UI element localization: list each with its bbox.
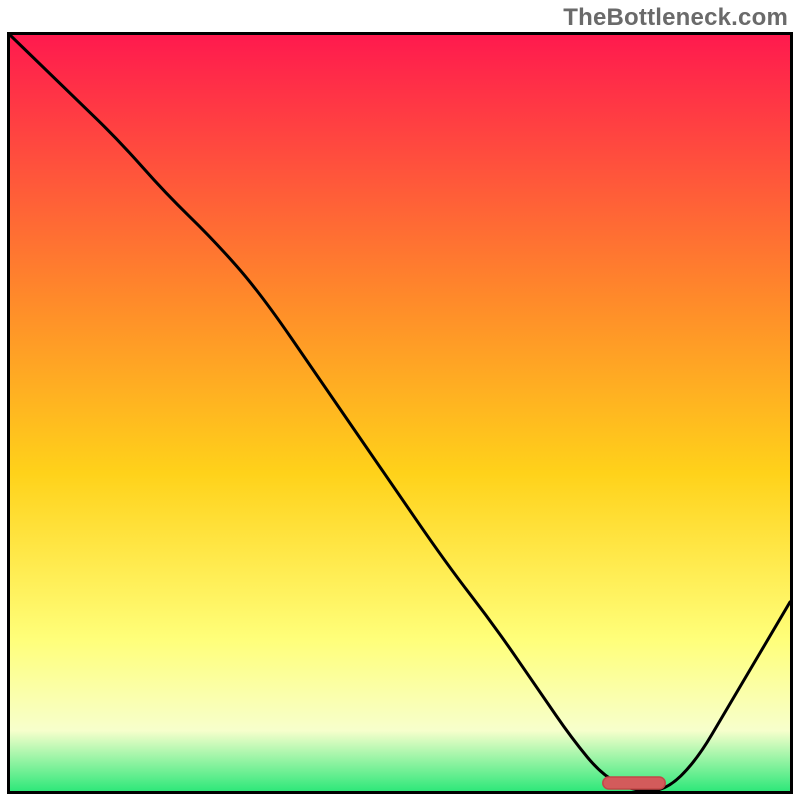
- chart-svg: [10, 35, 790, 791]
- plot-frame: [7, 32, 793, 794]
- chart-container: { "watermark": "TheBottleneck.com", "col…: [0, 0, 800, 800]
- plot-area: [10, 35, 790, 791]
- watermark-text: TheBottleneck.com: [563, 4, 788, 32]
- optimal-marker: [603, 777, 665, 789]
